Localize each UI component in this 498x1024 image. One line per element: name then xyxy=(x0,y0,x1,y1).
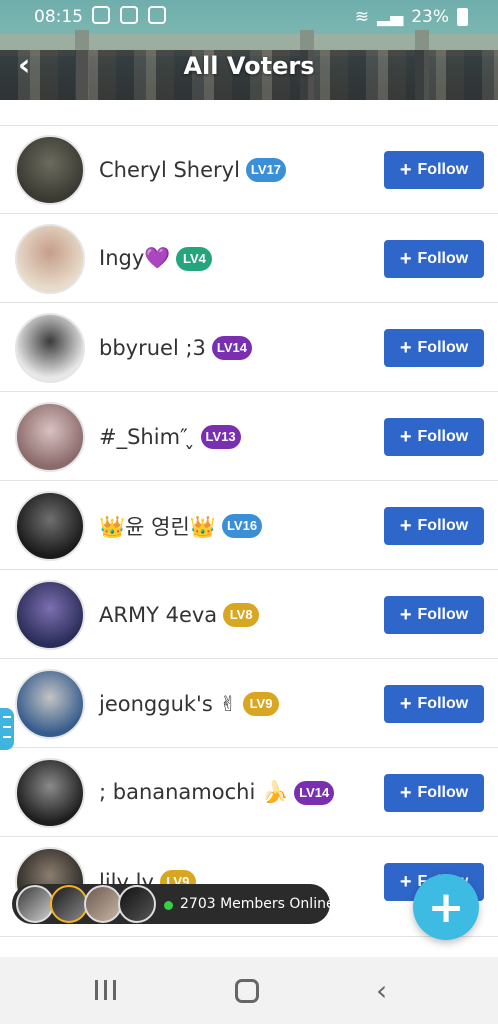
follow-button[interactable]: + Follow xyxy=(384,151,484,189)
online-status-dot xyxy=(164,901,173,910)
online-member-avatar[interactable] xyxy=(16,885,54,923)
avatar[interactable] xyxy=(15,313,85,383)
voter-name[interactable]: ; bananamochi 🍌 xyxy=(99,780,288,805)
avatar[interactable] xyxy=(15,135,85,205)
avatar[interactable] xyxy=(15,580,85,650)
app-notification-icon xyxy=(148,6,166,24)
follow-button[interactable]: + Follow xyxy=(384,774,484,812)
avatar[interactable] xyxy=(15,758,85,828)
follow-label: Follow xyxy=(417,784,469,801)
follow-button[interactable]: + Follow xyxy=(384,329,484,367)
status-time: 08:15 xyxy=(34,7,83,27)
wifi-icon: ≋ xyxy=(354,7,370,27)
plus-icon: + xyxy=(399,159,412,181)
recent-apps-icon[interactable] xyxy=(95,980,119,1000)
level-badge: LV8 xyxy=(223,602,260,627)
follow-label: Follow xyxy=(417,517,469,534)
plus-icon: + xyxy=(399,604,412,626)
follow-button[interactable]: + Follow xyxy=(384,240,484,278)
follow-label: Follow xyxy=(417,161,469,178)
plus-icon: + xyxy=(399,782,412,804)
level-badge: LV14 xyxy=(211,335,253,360)
follow-button[interactable]: + Follow xyxy=(384,596,484,634)
system-nav-bar: ‹ xyxy=(0,957,498,1024)
voter-name[interactable]: jeongguk's ✌ xyxy=(99,692,237,716)
battery-icon xyxy=(457,8,468,26)
system-back-icon[interactable]: ‹ xyxy=(376,974,387,1007)
signal-icon: ▂▄ xyxy=(377,7,404,27)
voter-row[interactable]: ; bananamochi 🍌 LV14 + Follow xyxy=(0,748,498,837)
level-badge: LV13 xyxy=(200,424,241,449)
voter-name[interactable]: 👑윤 영린👑 xyxy=(99,511,216,541)
whatsapp-icon xyxy=(92,6,110,24)
header-banner: 08:15 ≋ ▂▄ 23% ‹ All Voters xyxy=(0,0,498,100)
follow-label: Follow xyxy=(417,695,469,712)
status-bar: 08:15 ≋ ▂▄ 23% xyxy=(0,0,498,34)
voter-name[interactable]: #_Shim″ ̬ xyxy=(99,425,195,449)
follow-button[interactable]: + Follow xyxy=(384,685,484,723)
voter-row[interactable]: jeongguk's ✌ LV9 + Follow xyxy=(0,659,498,748)
online-member-avatar[interactable] xyxy=(118,885,156,923)
level-badge: LV4 xyxy=(176,246,213,271)
plus-icon: + xyxy=(399,871,412,893)
voters-list: Cheryl Sheryl LV17 + Follow Ingy💜 LV4 + Follow b… xyxy=(0,125,498,937)
voter-name[interactable]: Cheryl Sheryl xyxy=(99,158,240,182)
online-member-avatar[interactable] xyxy=(84,885,122,923)
voter-row[interactable]: Cheryl Sheryl LV17 + Follow xyxy=(0,125,498,214)
battery-percent: 23% xyxy=(411,7,449,27)
gallery-icon xyxy=(120,6,138,24)
page-title: All Voters xyxy=(183,52,315,80)
level-badge: LV14 xyxy=(294,780,335,805)
add-fab-button[interactable]: + xyxy=(413,874,479,940)
level-badge: LV17 xyxy=(245,157,287,182)
plus-icon: + xyxy=(399,693,412,715)
plus-icon: + xyxy=(399,248,412,270)
avatar[interactable] xyxy=(15,402,85,472)
level-badge: LV9 xyxy=(243,691,280,716)
online-count: 2703 Members Online xyxy=(180,896,335,912)
avatar[interactable] xyxy=(15,491,85,561)
avatar[interactable] xyxy=(15,669,85,739)
level-badge: LV16 xyxy=(221,513,263,538)
follow-button[interactable]: + Follow xyxy=(384,418,484,456)
plus-icon: + xyxy=(399,426,412,448)
avatar[interactable] xyxy=(15,224,85,294)
voter-name[interactable]: ARMY 4eva xyxy=(99,603,217,627)
follow-label: Follow xyxy=(417,250,469,267)
voter-row[interactable]: ARMY 4eva LV8 + Follow xyxy=(0,570,498,659)
voter-name[interactable]: Ingy💜 xyxy=(99,246,170,271)
plus-icon: + xyxy=(399,337,412,359)
voter-row[interactable]: #_Shim″ ̬ LV13 + Follow xyxy=(0,392,498,481)
follow-label: Follow xyxy=(417,606,469,623)
voter-name[interactable]: bbyruel ;3 xyxy=(99,336,206,360)
follow-label: Follow xyxy=(417,339,469,356)
voter-row[interactable]: Ingy💜 LV4 + Follow xyxy=(0,214,498,303)
follow-label: Follow xyxy=(417,428,469,445)
side-drawer-tab[interactable] xyxy=(0,708,14,750)
follow-button[interactable]: + Follow xyxy=(384,507,484,545)
online-member-avatar[interactable] xyxy=(50,885,88,923)
home-icon[interactable] xyxy=(235,979,259,1003)
voter-row[interactable]: bbyruel ;3 LV14 + Follow xyxy=(0,303,498,392)
voter-row[interactable]: 👑윤 영린👑 LV16 + Follow xyxy=(0,481,498,570)
plus-icon: + xyxy=(399,515,412,537)
